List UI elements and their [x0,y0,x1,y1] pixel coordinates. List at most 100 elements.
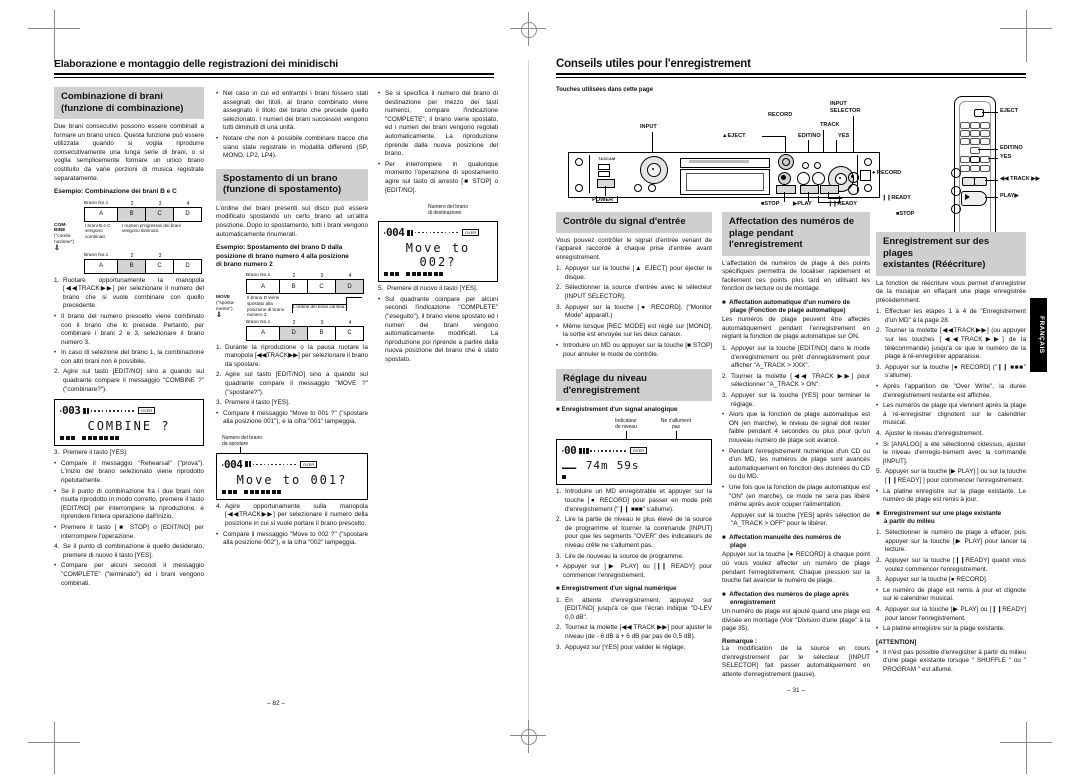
phones-level-knob[interactable] [648,184,656,192]
combine-annot-2: I numeri progressivi dei brani vengono d… [122,222,181,234]
combine-steps-2: Premere il tasto [YES]. Compare il messa… [54,449,204,588]
track-cell: B [307,325,336,341]
edit-no-button[interactable] [797,172,810,185]
step-item: Appuyez sur [YES] pour valider le réglag… [556,644,712,653]
subhead-overwrite-middle: Enregistrement sur une plage existante à… [876,510,1026,526]
section-title-line2: existantes (Réécriture) [883,259,986,270]
lcd-time-minutes: 74m [585,459,609,473]
combine-table-before: A B C D [83,206,202,222]
section-heading-overwrite: Enregistrement sur des plages existantes… [876,232,1026,276]
move-arrow-target [292,304,293,314]
rack-screw [575,184,583,192]
lcd-level-bar: OVER [83,407,198,415]
lcd-track-number: 00 [564,444,577,458]
left-column-2: Nel caso in cui ed entrambi i brani foss… [216,87,368,548]
remote-keypad-button[interactable] [960,122,970,129]
yes-button[interactable] [812,172,825,185]
headphone-jack [634,184,642,192]
step-item: Une fois que la fonction de plage automa… [722,484,870,510]
remote-yes-button[interactable] [970,156,980,163]
remote-label-eject: EJECT [1000,108,1019,114]
track-cell: A [245,325,281,341]
step-item: Pendant l'enregistrement numérique d'un … [722,448,870,482]
lcd-music-calendar [384,272,492,277]
remote-keypad-button[interactable] [970,122,980,129]
attention-notes: Il n'est pas possible d'enregistrer à pa… [876,649,1026,675]
subhead-line1: Affectation manuelle des numéros de [729,533,842,541]
remote-eject-button[interactable] [974,109,984,117]
fold-line [528,60,529,720]
step-item: Premere il tasto [YES]. [54,449,204,458]
step-item: Appuyer sur la touche [❙❙READY] quand vo… [876,557,1026,574]
remote-record-button[interactable] [951,168,961,178]
power-button[interactable] [597,179,615,188]
ready-button[interactable] [820,185,839,194]
subhead-line2: enregistrement [730,598,776,606]
aux-knob[interactable] [848,184,859,195]
label-stop: ■STOP [761,201,780,207]
play-button[interactable] [800,185,819,194]
diagram-row-label: Brano No.1 [246,319,271,325]
step-item: Même lorsque [REC MODE] est réglé sur [M… [556,323,712,340]
section-title-line2: d'enregistrement [563,384,640,396]
step-item: Il brano del numero prescelto viene comb… [54,313,204,347]
step-item: Appuyer sur la touche [▲ EJECT] pour éje… [556,265,712,282]
combine-intro: Due brani consecutivi possono essere com… [54,123,204,182]
track-cell: C [145,206,174,222]
rec-level-steps: Introduire un MD enregistrable et appuye… [556,488,712,580]
remote-keypad-button[interactable] [980,138,990,145]
step-item: Premere di nuovo il tasto [YES]. [378,285,498,294]
track-num: 2 [292,319,296,326]
section-title-line1: Contrôle du signal d'entrée [563,216,686,227]
remote-label-edit-no: EDIT/NO [1000,145,1023,151]
remote-keypad-button[interactable] [980,165,990,172]
right-page-title: Conseils utiles pour l'enregistrement [556,58,751,70]
lcd-track-number: 004 [386,226,405,240]
remote-keypad-button[interactable] [960,138,970,145]
note-item: Il n'est pas possible d'enregistrer à pa… [876,649,1026,675]
remote-ready-button[interactable] [951,186,961,196]
led-indicator [814,162,821,169]
remote-keypad-button[interactable] [960,156,970,163]
move-table-after: A D B C [245,325,364,341]
section-title-line1: Enregistrement sur des plages [883,236,990,259]
caption-line: Esempio: Spostamento del brano D dalla [216,244,343,252]
callout-line: de niveau [615,424,637,431]
remote-keypad-button[interactable] [970,130,980,137]
move-steps-2: Agire opportunamente sulla manopola [◀◀T… [216,503,368,548]
remote-stop-button[interactable] [951,204,961,214]
section-heading-track-numbers: Affectation des numéros de plage pendant… [722,212,870,256]
auto-track-intro: Les numéros de plage peuvent être affect… [722,316,870,341]
remote-keypad-button[interactable] [980,130,990,137]
header-rule-thin [54,76,494,78]
header-rule [54,73,494,75]
track-num: 4 [348,319,352,326]
indicator-slot [598,164,610,170]
track-cell: B [117,206,147,222]
remote-keypad-button[interactable] [980,122,990,129]
lcd-over-indicator: OVER [137,407,156,415]
square-button[interactable] [860,170,871,181]
stop-button[interactable] [776,185,796,194]
step-item: Après l'apparition de "Over Write", la d… [876,383,1026,400]
label-input-selector-l1: INPUT [830,101,847,107]
label-play: ▶PLAY [793,201,812,207]
lcd-time-seconds: 59s [616,459,640,473]
callout-leader [675,431,677,440]
remote-keypad-button[interactable] [960,130,970,137]
track-num: 3 [320,273,324,280]
move-diagram: Brano No.1 2 3 4 A B C D MOVE ("sposta- … [216,273,368,341]
right-page-number: – 31 – [786,687,806,695]
callout-line: da spostare [222,440,249,447]
leader-line [978,149,998,150]
track-num: 4 [186,200,190,207]
step-item: Appuyer sur la touche [● RECORD] ("❙❙ ■■… [876,364,1026,381]
remote-track-next-button[interactable] [974,177,987,186]
remote-keypad-button[interactable] [970,138,980,145]
track-cell: D [173,258,202,274]
remote-keypad-button[interactable] [970,165,980,172]
step-item: Appuyer sur la touche [YES] pour termine… [722,392,870,409]
step-item: Compare il messaggio "Move to 002 ?" ("s… [216,531,368,548]
step-item: Introduire un MD ou appuyer sur la touch… [556,342,712,359]
step-item: Ruotare opportunamente la manopola [◀◀TR… [54,277,204,311]
